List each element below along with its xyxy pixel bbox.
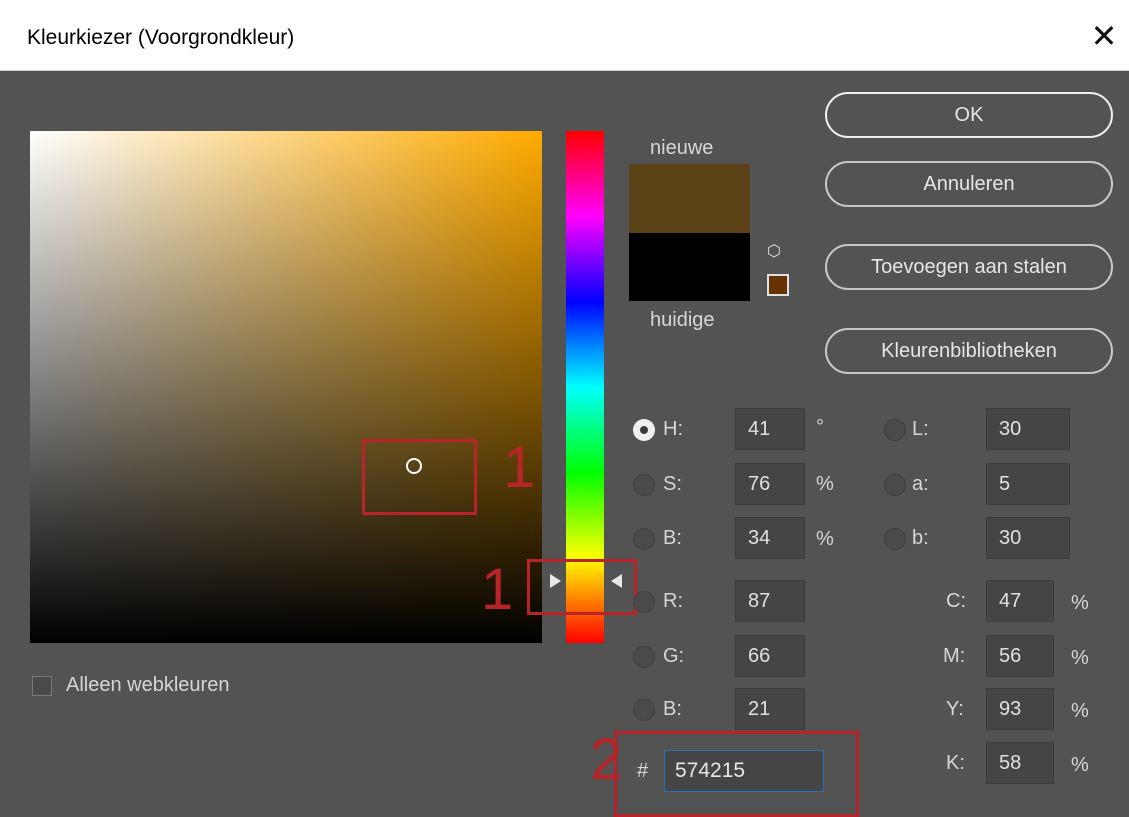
hex-label: # — [637, 760, 649, 782]
a-label: a: — [912, 473, 929, 495]
lab-b-input[interactable]: 30 — [986, 517, 1070, 559]
radio-h[interactable] — [633, 419, 655, 441]
y-unit: % — [1071, 700, 1089, 722]
new-color-swatch — [629, 164, 750, 233]
g-input[interactable]: 66 — [735, 635, 805, 677]
hex-input[interactable]: 574215 — [664, 750, 824, 792]
color-field[interactable] — [30, 131, 542, 643]
rgb-b-input[interactable]: 21 — [735, 688, 805, 730]
r-label: R: — [663, 590, 683, 612]
web-colors-label[interactable]: Alleen webkleuren — [66, 674, 229, 697]
b-label: B: — [663, 527, 682, 549]
h-unit: ° — [816, 416, 824, 438]
y-input[interactable]: 93 — [986, 688, 1054, 730]
annotation-number: 1 — [503, 435, 536, 500]
b-unit: % — [816, 528, 834, 550]
new-color-label: nieuwe — [650, 137, 714, 159]
m-label: M: — [943, 645, 966, 667]
k-unit: % — [1071, 754, 1089, 776]
r-input[interactable]: 87 — [735, 580, 805, 622]
radio-rgb-b[interactable] — [633, 699, 655, 721]
k-label: K: — [946, 752, 965, 774]
a-input[interactable]: 5 — [986, 463, 1070, 505]
c-unit: % — [1071, 592, 1089, 614]
annotation-number: 1 — [481, 557, 514, 622]
add-to-swatches-button[interactable]: Toevoegen aan stalen — [825, 244, 1113, 290]
annotation-box-field — [362, 439, 477, 515]
b-input[interactable]: 34 — [735, 517, 805, 559]
radio-a[interactable] — [884, 474, 906, 496]
websafe-color-swatch[interactable] — [767, 274, 789, 296]
lab-b-label: b: — [912, 527, 929, 549]
cube-icon[interactable]: ⬡ — [767, 244, 783, 260]
c-input[interactable]: 47 — [986, 580, 1054, 622]
current-color-swatch[interactable] — [629, 233, 750, 301]
radio-lab-b[interactable] — [884, 528, 906, 550]
l-label: L: — [912, 418, 929, 440]
current-color-label: huidige — [650, 309, 715, 331]
cancel-button[interactable]: Annuleren — [825, 161, 1113, 207]
radio-g[interactable] — [633, 646, 655, 668]
color-libraries-button[interactable]: Kleurenbibliotheken — [825, 328, 1113, 374]
h-input[interactable]: 41 — [735, 408, 805, 450]
h-label: H: — [663, 418, 683, 440]
rgb-b-label: B: — [663, 698, 682, 720]
s-label: S: — [663, 473, 682, 495]
radio-b[interactable] — [633, 528, 655, 550]
ok-button[interactable]: OK — [825, 92, 1113, 138]
close-icon[interactable]: ✕ — [1082, 14, 1126, 58]
m-unit: % — [1071, 647, 1089, 669]
radio-r[interactable] — [633, 591, 655, 613]
window-title: Kleurkiezer (Voorgrondkleur) — [27, 26, 295, 49]
radio-l[interactable] — [884, 419, 906, 441]
web-colors-checkbox[interactable] — [32, 676, 52, 696]
l-input[interactable]: 30 — [986, 408, 1070, 450]
k-input[interactable]: 58 — [986, 742, 1054, 784]
s-unit: % — [816, 473, 834, 495]
radio-s[interactable] — [633, 474, 655, 496]
title-bar: Kleurkiezer (Voorgrondkleur) ✕ — [0, 0, 1129, 71]
g-label: G: — [663, 645, 685, 667]
y-label: Y: — [946, 698, 964, 720]
c-label: C: — [946, 590, 966, 612]
s-input[interactable]: 76 — [735, 463, 805, 505]
m-input[interactable]: 56 — [986, 635, 1054, 677]
annotation-number: 2 — [590, 727, 623, 792]
annotation-box-slider — [527, 559, 637, 615]
